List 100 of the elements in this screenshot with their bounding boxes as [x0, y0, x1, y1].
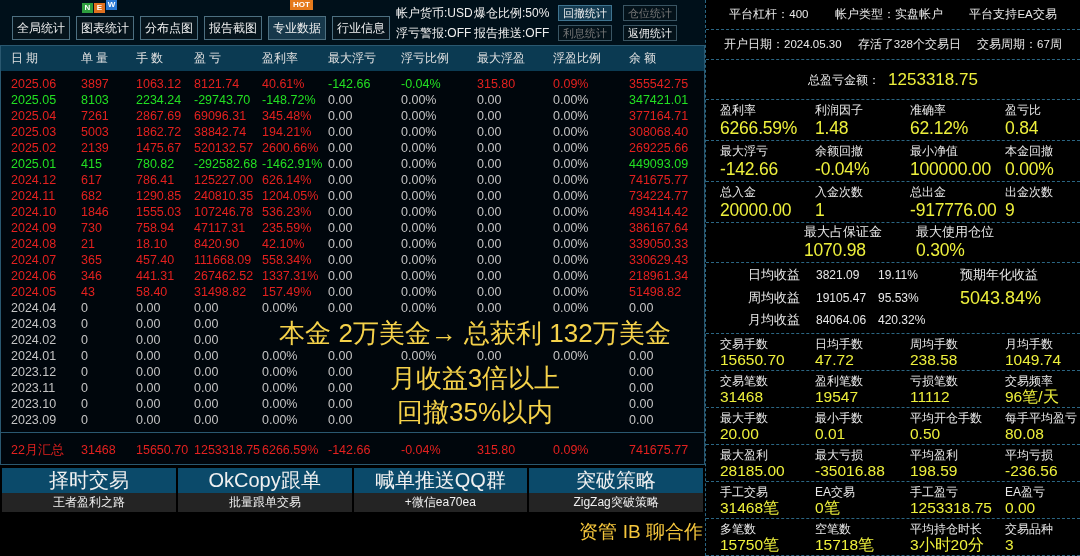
table-cell: 0.00: [328, 380, 353, 396]
table-cell: 0.00%: [553, 236, 589, 252]
table-cell: 0.00%: [401, 220, 437, 236]
table-cell: 0.00: [477, 124, 502, 140]
toolbar-tab[interactable]: 行业信息: [332, 16, 390, 40]
table-cell: 308068.40: [629, 124, 689, 140]
table-cell: 21: [81, 236, 95, 252]
stat-value: 9: [1005, 200, 1016, 221]
table-cell: 377164.71: [629, 108, 689, 124]
stat-value: 96笔/天: [1005, 388, 1060, 406]
table-cell: 2025.02: [11, 140, 57, 156]
table-cell: 2023.11: [11, 380, 56, 396]
stat-label: 最大使用仓位: [916, 225, 995, 240]
table-cell: 218961.34: [629, 268, 689, 284]
table-cell: 0.00: [629, 300, 654, 316]
table-cell: 0.00%: [401, 156, 437, 172]
table-cell: 365: [81, 252, 102, 268]
table-cell: 0.00%: [553, 220, 589, 236]
table-cell: 0.00: [328, 396, 353, 412]
stat-value: 11112: [910, 388, 951, 406]
table-cell: 1337.31%: [262, 268, 319, 284]
table-cell: 0.09%: [553, 442, 589, 458]
table-cell: 1063.12: [136, 76, 182, 92]
table-cell: 240810.35: [194, 188, 254, 204]
column-header: 盈 亏: [194, 50, 222, 67]
table-cell: 415: [81, 156, 102, 172]
table-cell: 0.00: [136, 332, 161, 348]
table-cell: 0.00: [194, 396, 219, 412]
stat-value: 1070.98: [804, 240, 867, 261]
promo-button[interactable]: 择时交易 王者盈利之路: [2, 468, 176, 512]
stat-label: 手工盈亏: [910, 485, 959, 499]
table-cell: 1862.72: [136, 124, 182, 140]
table-cell: 1204.05%: [262, 188, 319, 204]
stat-value: 15650.70: [720, 351, 786, 369]
table-cell: 346: [81, 268, 102, 284]
toolbar-tab[interactable]: 专业数据: [268, 16, 326, 40]
stats-button[interactable]: 返佣统计: [623, 25, 677, 41]
table-cell: 0.00%: [553, 108, 589, 124]
table-cell: 157.49%: [262, 284, 312, 300]
table-cell: 0.00%: [553, 188, 589, 204]
stat-label: 日均收益: [747, 267, 801, 284]
table-cell: 330629.43: [629, 252, 689, 268]
stat-label: 平均盈利: [910, 448, 959, 462]
table-cell: 0.00%: [262, 380, 298, 396]
promo-button[interactable]: OkCopy跟单 批量跟单交易: [177, 468, 352, 512]
stat-value: 19105.47: [815, 289, 868, 307]
table-cell: 780.82: [136, 156, 175, 172]
stat-value: -917776.00: [910, 200, 998, 221]
column-header: 单 量: [81, 50, 109, 67]
table-cell: 0.00: [477, 140, 502, 156]
table-cell: 269225.66: [629, 140, 689, 156]
stat-label: 预期年化收益: [960, 267, 1039, 284]
table-cell: 617: [81, 172, 102, 188]
table-cell: 558.34%: [262, 252, 312, 268]
table-cell: 8121.74: [194, 76, 240, 92]
table-cell: 2025.03: [11, 124, 57, 140]
stat-value: 95.53%: [878, 289, 920, 307]
table-cell: 758.94: [136, 220, 175, 236]
table-cell: 0.00: [136, 316, 161, 332]
table-cell: 2024.02: [11, 332, 57, 348]
table-cell: 0.00: [136, 348, 161, 364]
table-cell: 0.00: [194, 412, 219, 428]
table-cell: 0.00%: [401, 188, 437, 204]
table-cell: 741675.77: [629, 172, 689, 188]
stat-value: 420.32%: [878, 312, 927, 330]
table-cell: 345.48%: [262, 108, 312, 124]
stat-label: EA盈亏: [1005, 485, 1046, 499]
table-cell: 8103: [81, 92, 109, 108]
table-cell: 339050.33: [629, 236, 689, 252]
table-cell: 0.00: [328, 364, 353, 380]
toolbar-tab[interactable]: 报告截图: [204, 16, 262, 40]
table-cell: 0.00: [477, 204, 502, 220]
table-cell: 536.23%: [262, 204, 312, 220]
stat-label: 月均收益: [747, 312, 801, 330]
toolbar-tab[interactable]: 分布点图: [140, 16, 198, 40]
table-cell: 2234.24: [136, 92, 182, 108]
table-cell: 2600.66%: [262, 140, 319, 156]
stat-label: 本金回撤: [1005, 144, 1054, 159]
table-cell: 786.41: [136, 172, 175, 188]
stat-label: 交易笔数: [720, 374, 769, 388]
toolbar-tab[interactable]: 全局统计: [12, 16, 70, 40]
stat-value: 0.30%: [916, 240, 966, 261]
promo-button[interactable]: 喊单推送QQ群 +微信ea70ea: [353, 468, 528, 512]
table-cell: 43: [81, 284, 95, 300]
stats-button[interactable]: 回撤统计: [558, 5, 612, 21]
table-cell: 2025.06: [11, 76, 57, 92]
table-cell: 0.00: [328, 156, 353, 172]
promo-button[interactable]: 突破策略 ZigZag突破策略: [529, 468, 703, 512]
column-header: 最大浮亏: [328, 50, 376, 67]
toolbar-tab[interactable]: 图表统计: [76, 16, 134, 40]
table-cell: 730: [81, 220, 102, 236]
table-cell: 0.00: [477, 92, 502, 108]
column-header: 浮亏比例: [401, 50, 449, 67]
table-cell: 0.00: [477, 252, 502, 268]
info-label: 平台杠杆：400: [729, 6, 809, 22]
table-cell: 0.00%: [262, 412, 298, 428]
table-cell: 111668.09: [194, 252, 252, 268]
table-cell: 2025.04: [11, 108, 57, 124]
setting-label: 报告推送:OFF: [474, 25, 551, 42]
table-cell: 0.00: [328, 204, 353, 220]
